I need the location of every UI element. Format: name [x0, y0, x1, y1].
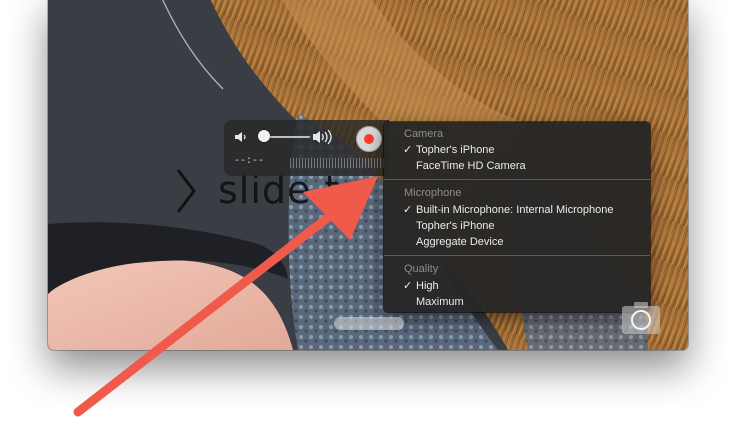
checkmark-icon: ✓ — [403, 204, 413, 216]
menu-separator — [384, 255, 650, 256]
menu-item-camera-facetime-hd[interactable]: FaceTime HD Camera — [384, 158, 650, 174]
volume-high-icon[interactable] — [312, 129, 336, 145]
audio-level-meter — [290, 158, 386, 168]
playback-hud: --:-- — [224, 120, 389, 176]
camera-icon[interactable] — [620, 300, 662, 336]
recording-options-menu: Camera ✓ Topher's iPhone FaceTime HD Cam… — [384, 122, 650, 312]
chevron-right-icon — [176, 169, 196, 213]
volume-low-icon[interactable] — [234, 130, 248, 144]
window-resize-pill[interactable] — [334, 317, 404, 330]
menu-header-quality: Quality — [404, 263, 439, 275]
elapsed-time: --:-- — [234, 156, 265, 167]
menu-item-quality-high[interactable]: ✓ High — [384, 278, 650, 294]
record-button[interactable] — [356, 126, 382, 152]
menu-separator — [384, 179, 650, 180]
menu-item-quality-maximum[interactable]: Maximum — [384, 294, 650, 310]
menu-header-microphone: Microphone — [404, 187, 462, 199]
checkmark-icon: ✓ — [403, 144, 413, 156]
menu-item-camera-topher-iphone[interactable]: ✓ Topher's iPhone — [384, 142, 650, 158]
menu-header-camera: Camera — [404, 128, 444, 140]
menu-item-mic-topher-iphone[interactable]: Topher's iPhone — [384, 218, 650, 234]
menu-item-mic-aggregate[interactable]: Aggregate Device — [384, 234, 650, 250]
checkmark-icon: ✓ — [403, 280, 413, 292]
volume-knob[interactable] — [258, 130, 270, 142]
menu-item-mic-builtin[interactable]: ✓ Built-in Microphone: Internal Micropho… — [384, 202, 650, 218]
record-dot-icon — [364, 134, 374, 144]
